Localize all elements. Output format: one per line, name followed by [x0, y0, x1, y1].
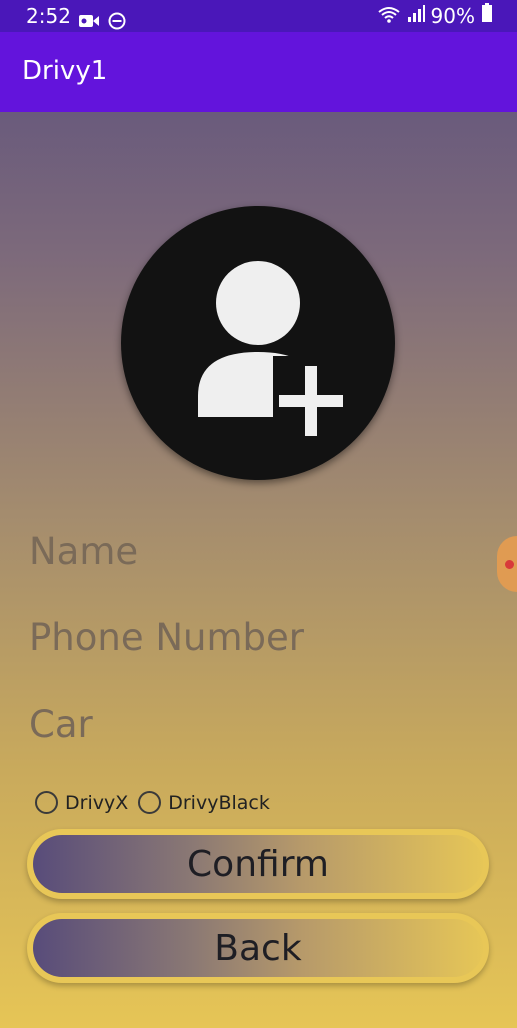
confirm-button-fill: Confirm	[33, 835, 483, 893]
phone-number-field[interactable]: Phone Number	[29, 616, 304, 659]
app-screen: 2:52 90% Drivy1 Name Phone Number Car Dr…	[0, 0, 517, 1028]
app-bar: Drivy1	[0, 32, 517, 112]
radio-label-drivyx: DrivyX	[65, 791, 129, 814]
car-field[interactable]: Car	[29, 703, 93, 746]
back-button-label: Back	[214, 927, 302, 969]
back-button-fill: Back	[33, 919, 483, 977]
radio-circle[interactable]	[138, 791, 162, 814]
back-button[interactable]: Back	[27, 913, 489, 983]
radio-circle[interactable]	[35, 791, 58, 814]
signal-icon	[407, 0, 425, 32]
status-time: 2:52	[26, 4, 71, 28]
wifi-icon	[377, 0, 401, 32]
status-bar: 2:52 90%	[0, 0, 517, 32]
confirm-button[interactable]: Confirm	[27, 829, 489, 899]
radio-drivyx[interactable]: DrivyX	[35, 791, 128, 814]
add-profile-photo-button[interactable]	[121, 206, 395, 480]
status-icons-right: 90%	[377, 0, 493, 32]
app-title: Drivy1	[22, 56, 108, 86]
battery-icon	[481, 0, 493, 32]
floating-handle-dot	[505, 560, 514, 569]
radio-drivyblack[interactable]: DrivyBlack	[138, 791, 270, 814]
battery-percentage: 90%	[430, 4, 475, 28]
confirm-button-label: Confirm	[187, 843, 329, 885]
floating-handle[interactable]	[497, 536, 517, 592]
add-person-icon	[198, 261, 349, 436]
car-type-radio-group: DrivyX DrivyBlack	[35, 791, 280, 814]
radio-label-drivyblack: DrivyBlack	[168, 791, 270, 814]
name-field[interactable]: Name	[29, 530, 138, 573]
